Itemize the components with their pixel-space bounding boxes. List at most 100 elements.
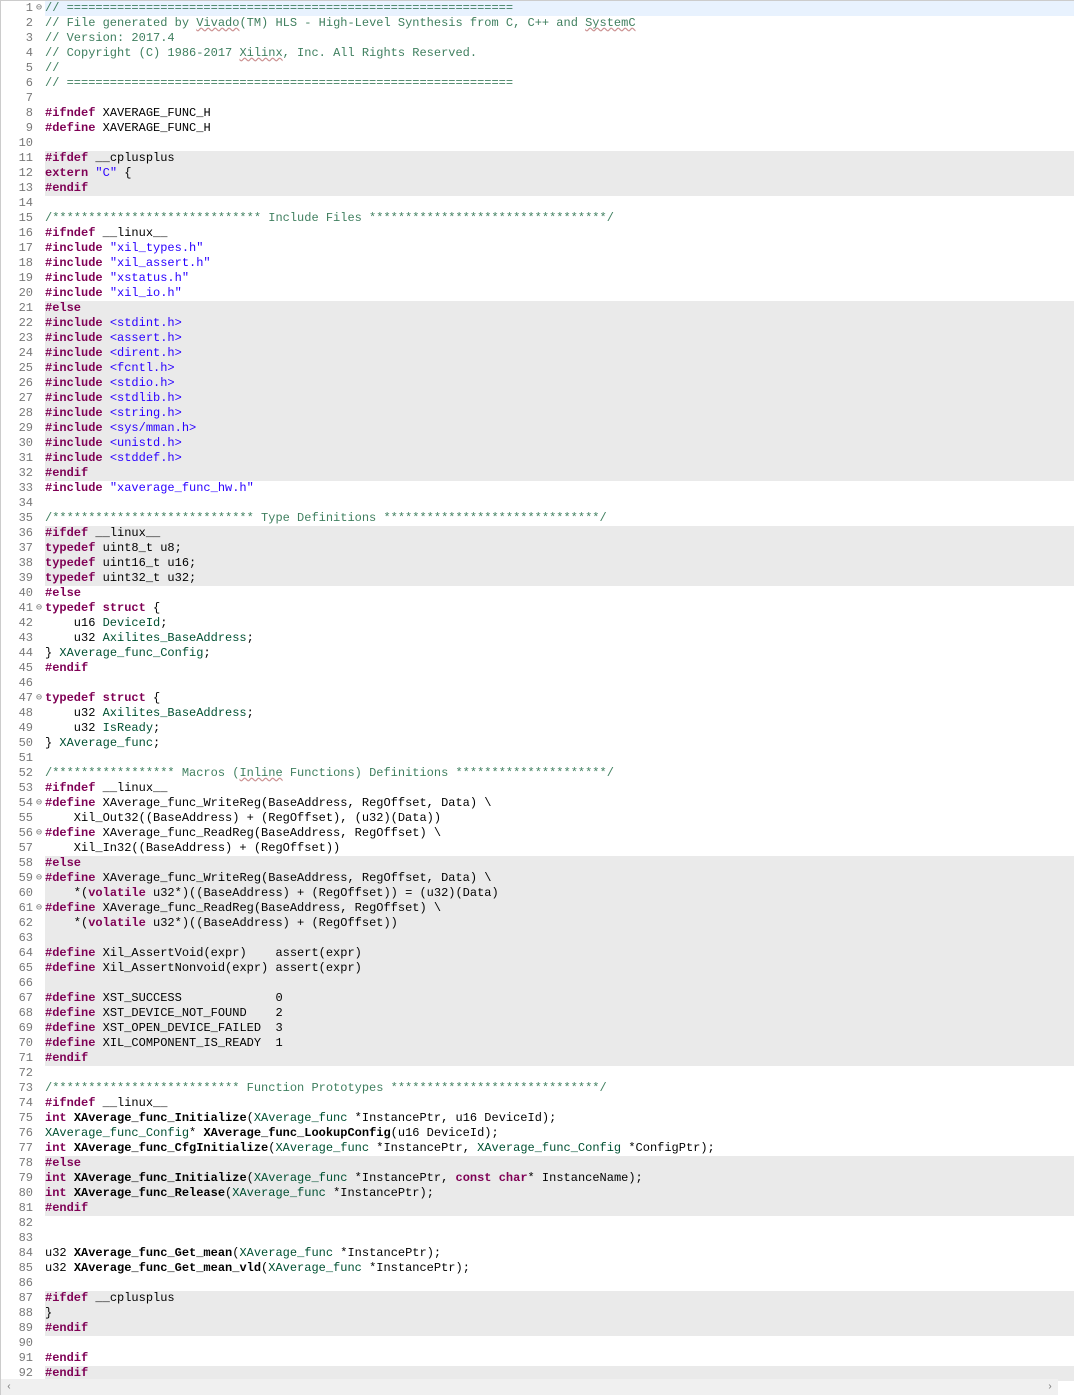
code-line[interactable]: 1⊖// ===================================…: [1, 1, 1074, 16]
code-content[interactable]: #ifdef __cplusplus: [45, 1291, 1074, 1306]
code-content[interactable]: [45, 751, 1074, 766]
code-line[interactable]: 55 Xil_Out32((BaseAddress) + (RegOffset)…: [1, 811, 1074, 826]
code-content[interactable]: #define XST_DEVICE_NOT_FOUND 2: [45, 1006, 1074, 1021]
code-line[interactable]: 58#else: [1, 856, 1074, 871]
code-line[interactable]: 15/***************************** Include…: [1, 211, 1074, 226]
code-content[interactable]: [45, 1276, 1074, 1291]
code-content[interactable]: #include <assert.h>: [45, 331, 1074, 346]
code-line[interactable]: 65#define Xil_AssertNonvoid(expr) assert…: [1, 961, 1074, 976]
code-line[interactable]: 74#ifndef __linux__: [1, 1096, 1074, 1111]
code-line[interactable]: 27#include <stdlib.h>: [1, 391, 1074, 406]
code-line[interactable]: 87#ifdef __cplusplus: [1, 1291, 1074, 1306]
code-line[interactable]: 29#include <sys/mman.h>: [1, 421, 1074, 436]
code-content[interactable]: u32 XAverage_func_Get_mean(XAverage_func…: [45, 1246, 1074, 1261]
code-line[interactable]: 51: [1, 751, 1074, 766]
code-content[interactable]: u32 IsReady;: [45, 721, 1074, 736]
code-line[interactable]: 69#define XST_OPEN_DEVICE_FAILED 3: [1, 1021, 1074, 1036]
code-line[interactable]: 61⊖#define XAverage_func_ReadReg(BaseAdd…: [1, 901, 1074, 916]
code-line[interactable]: 2// File generated by Vivado(TM) HLS - H…: [1, 16, 1074, 31]
code-content[interactable]: #else: [45, 586, 1074, 601]
code-content[interactable]: typedef uint8_t u8;: [45, 541, 1074, 556]
code-content[interactable]: #else: [45, 1156, 1074, 1171]
code-content[interactable]: #include <string.h>: [45, 406, 1074, 421]
code-line[interactable]: 66: [1, 976, 1074, 991]
code-content[interactable]: #define Xil_AssertNonvoid(expr) assert(e…: [45, 961, 1074, 976]
code-content[interactable]: #endif: [45, 181, 1074, 196]
code-content[interactable]: [45, 1231, 1074, 1246]
code-content[interactable]: [45, 976, 1074, 991]
code-line[interactable]: 71#endif: [1, 1051, 1074, 1066]
code-line[interactable]: 9#define XAVERAGE_FUNC_H: [1, 121, 1074, 136]
code-content[interactable]: *(volatile u32*)((BaseAddress) + (RegOff…: [45, 886, 1074, 901]
code-line[interactable]: 10: [1, 136, 1074, 151]
code-content[interactable]: u16 DeviceId;: [45, 616, 1074, 631]
code-line[interactable]: 52/***************** Macros (Inline Func…: [1, 766, 1074, 781]
code-content[interactable]: #endif: [45, 1201, 1074, 1216]
code-line[interactable]: 48 u32 Axilites_BaseAddress;: [1, 706, 1074, 721]
code-content[interactable]: #include <stddef.h>: [45, 451, 1074, 466]
code-content[interactable]: /***************** Macros (Inline Functi…: [45, 766, 1074, 781]
code-content[interactable]: #ifndef __linux__: [45, 781, 1074, 796]
code-content[interactable]: #define XAverage_func_WriteReg(BaseAddre…: [45, 796, 1074, 811]
code-line[interactable]: 68#define XST_DEVICE_NOT_FOUND 2: [1, 1006, 1074, 1021]
code-content[interactable]: #define XST_SUCCESS 0: [45, 991, 1074, 1006]
code-content[interactable]: #define XAVERAGE_FUNC_H: [45, 121, 1074, 136]
code-line[interactable]: 80int XAverage_func_Release(XAverage_fun…: [1, 1186, 1074, 1201]
code-line[interactable]: 41⊖typedef struct {: [1, 601, 1074, 616]
code-line[interactable]: 32#endif: [1, 466, 1074, 481]
fold-toggle-icon[interactable]: ⊖: [33, 796, 45, 811]
fold-toggle-icon[interactable]: ⊖: [33, 826, 45, 841]
code-content[interactable]: #ifndef XAVERAGE_FUNC_H: [45, 106, 1074, 121]
code-content[interactable]: extern "C" {: [45, 166, 1074, 181]
code-content[interactable]: typedef uint32_t u32;: [45, 571, 1074, 586]
code-content[interactable]: #ifndef __linux__: [45, 226, 1074, 241]
code-content[interactable]: #ifdef __cplusplus: [45, 151, 1074, 166]
code-content[interactable]: typedef struct {: [45, 691, 1074, 706]
code-line[interactable]: 59⊖#define XAverage_func_WriteReg(BaseAd…: [1, 871, 1074, 886]
code-line[interactable]: 43 u32 Axilites_BaseAddress;: [1, 631, 1074, 646]
code-content[interactable]: int XAverage_func_Initialize(XAverage_fu…: [45, 1111, 1074, 1126]
code-content[interactable]: //: [45, 61, 1074, 76]
code-line[interactable]: 72: [1, 1066, 1074, 1081]
code-content[interactable]: #include <stdint.h>: [45, 316, 1074, 331]
code-content[interactable]: #else: [45, 301, 1074, 316]
code-content[interactable]: } XAverage_func_Config;: [45, 646, 1074, 661]
code-content[interactable]: #endif: [45, 1351, 1074, 1366]
fold-toggle-icon[interactable]: ⊖: [33, 901, 45, 916]
code-content[interactable]: #define Xil_AssertVoid(expr) assert(expr…: [45, 946, 1074, 961]
code-line[interactable]: 63: [1, 931, 1074, 946]
code-line[interactable]: 16#ifndef __linux__: [1, 226, 1074, 241]
code-line[interactable]: 49 u32 IsReady;: [1, 721, 1074, 736]
code-line[interactable]: 89#endif: [1, 1321, 1074, 1336]
code-line[interactable]: 88}: [1, 1306, 1074, 1321]
code-content[interactable]: // File generated by Vivado(TM) HLS - Hi…: [45, 16, 1074, 31]
code-line[interactable]: 81#endif: [1, 1201, 1074, 1216]
code-line[interactable]: 64#define Xil_AssertVoid(expr) assert(ex…: [1, 946, 1074, 961]
code-line[interactable]: 34: [1, 496, 1074, 511]
code-content[interactable]: *(volatile u32*)((BaseAddress) + (RegOff…: [45, 916, 1074, 931]
code-content[interactable]: int XAverage_func_Release(XAverage_func …: [45, 1186, 1074, 1201]
code-content[interactable]: #define XST_OPEN_DEVICE_FAILED 3: [45, 1021, 1074, 1036]
code-content[interactable]: #define XAverage_func_WriteReg(BaseAddre…: [45, 871, 1074, 886]
code-line[interactable]: 56⊖#define XAverage_func_ReadReg(BaseAdd…: [1, 826, 1074, 841]
code-line[interactable]: 25#include <fcntl.h>: [1, 361, 1074, 376]
code-line[interactable]: 13#endif: [1, 181, 1074, 196]
code-line[interactable]: 12extern "C" {: [1, 166, 1074, 181]
code-content[interactable]: [45, 91, 1074, 106]
code-line[interactable]: 57 Xil_In32((BaseAddress) + (RegOffset)): [1, 841, 1074, 856]
code-line[interactable]: 36#ifdef __linux__: [1, 526, 1074, 541]
code-content[interactable]: typedef struct {: [45, 601, 1074, 616]
code-content[interactable]: #include <dirent.h>: [45, 346, 1074, 361]
code-line[interactable]: 17#include "xil_types.h": [1, 241, 1074, 256]
code-line[interactable]: 77int XAverage_func_CfgInitialize(XAvera…: [1, 1141, 1074, 1156]
code-line[interactable]: 70#define XIL_COMPONENT_IS_READY 1: [1, 1036, 1074, 1051]
scroll-left-icon[interactable]: ‹: [1, 1379, 17, 1395]
code-content[interactable]: #include "xaverage_func_hw.h": [45, 481, 1074, 496]
code-content[interactable]: #define XAverage_func_ReadReg(BaseAddres…: [45, 826, 1074, 841]
code-line[interactable]: 33#include "xaverage_func_hw.h": [1, 481, 1074, 496]
code-line[interactable]: 39typedef uint32_t u32;: [1, 571, 1074, 586]
code-content[interactable]: #endif: [45, 466, 1074, 481]
code-line[interactable]: 6// ====================================…: [1, 76, 1074, 91]
code-line[interactable]: 42 u16 DeviceId;: [1, 616, 1074, 631]
code-content[interactable]: [45, 1216, 1074, 1231]
